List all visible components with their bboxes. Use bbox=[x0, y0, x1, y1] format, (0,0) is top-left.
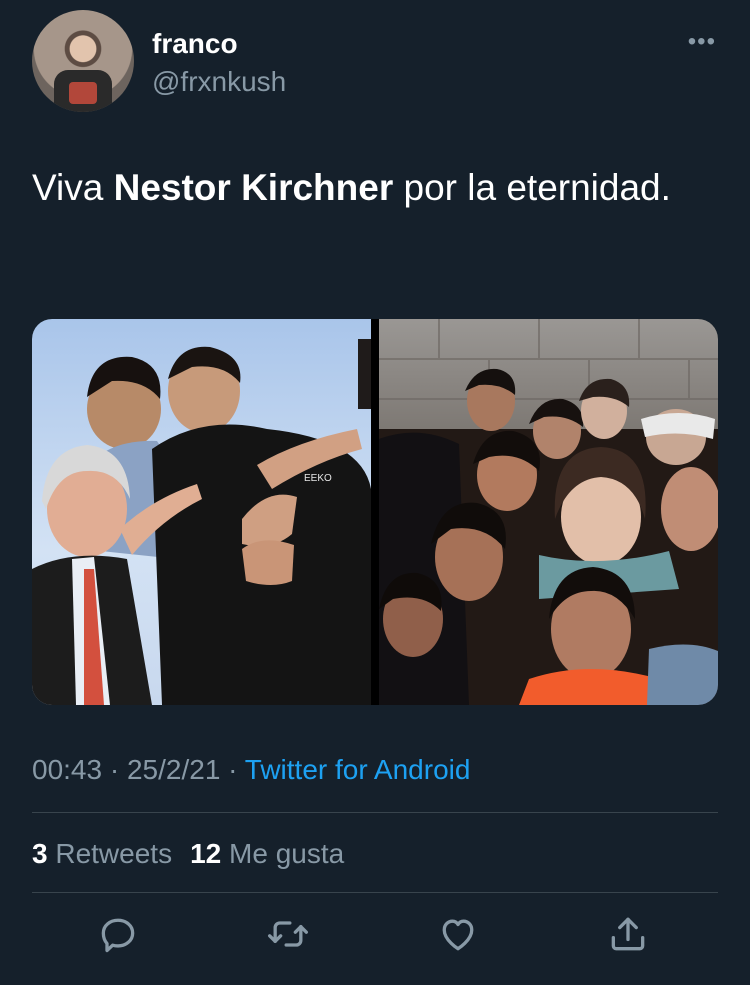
tweet-text-start: Viva bbox=[32, 167, 114, 208]
user-handle[interactable]: @frxnkush bbox=[152, 68, 286, 96]
share-icon[interactable] bbox=[606, 912, 650, 956]
reply-icon[interactable] bbox=[96, 912, 140, 956]
tweet-source-link[interactable]: Twitter for Android bbox=[245, 754, 471, 785]
likes-stat[interactable]: 12 Me gusta bbox=[190, 838, 344, 869]
likes-label: Me gusta bbox=[229, 838, 345, 869]
tweet-date: 25/2/21 bbox=[126, 754, 221, 785]
retweet-icon[interactable] bbox=[266, 912, 310, 956]
tweet-actions bbox=[32, 912, 718, 962]
retweets-count: 3 bbox=[32, 838, 48, 869]
avatar-shirt-print bbox=[69, 82, 97, 104]
tweet-meta: 00:43 · 25/2/21 · Twitter for Android bbox=[32, 752, 470, 788]
tweet-text-end: por la eternidad. bbox=[393, 167, 671, 208]
tweet-text: Viva Nestor Kirchner por la eternidad. bbox=[32, 158, 722, 218]
media-grid: EEKO bbox=[32, 319, 718, 705]
divider bbox=[32, 812, 718, 813]
tweet-stats: 3 Retweets 12 Me gusta bbox=[32, 836, 344, 872]
meta-separator: · bbox=[220, 754, 245, 785]
jacket-logo-text: EEKO bbox=[304, 473, 332, 484]
media-photo-left[interactable]: EEKO bbox=[32, 319, 371, 705]
media-photo-right[interactable] bbox=[379, 319, 718, 705]
tweet-header: franco @frxnkush ••• bbox=[32, 10, 722, 116]
divider bbox=[32, 892, 718, 893]
display-name[interactable]: franco bbox=[152, 30, 238, 58]
more-horizontal-icon[interactable]: ••• bbox=[688, 30, 716, 54]
meta-separator: · bbox=[102, 754, 127, 785]
tweet-time: 00:43 bbox=[32, 754, 103, 785]
likes-count: 12 bbox=[190, 838, 222, 869]
tweet-text-bold[interactable]: Nestor Kirchner bbox=[114, 167, 394, 208]
heart-icon[interactable] bbox=[436, 912, 480, 956]
retweets-stat[interactable]: 3 Retweets bbox=[32, 838, 172, 869]
avatar[interactable] bbox=[32, 10, 134, 112]
retweets-label: Retweets bbox=[55, 838, 173, 869]
